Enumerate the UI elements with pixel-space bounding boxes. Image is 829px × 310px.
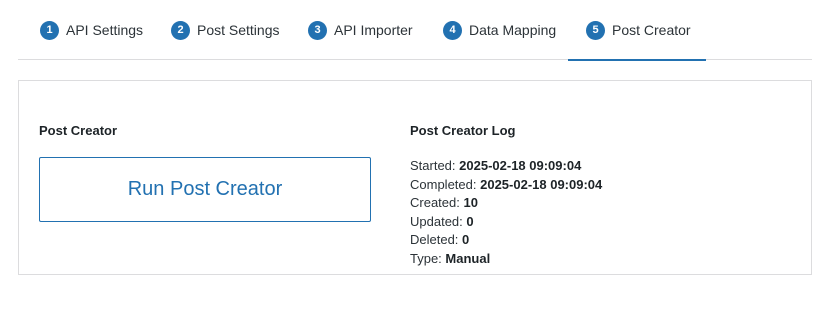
log-created: Created: 10: [410, 194, 602, 213]
tab-label: API Importer: [334, 22, 413, 38]
log-completed: Completed: 2025-02-18 09:09:04: [410, 176, 602, 195]
log-label: Completed:: [410, 176, 477, 192]
log-label: Type:: [410, 250, 442, 266]
log-value: 2025-02-18 09:09:04: [480, 176, 603, 192]
tab-post-settings[interactable]: 2 Post Settings: [171, 0, 280, 60]
tab-label: Post Creator: [612, 22, 691, 38]
log-value: 2025-02-18 09:09:04: [459, 158, 582, 173]
run-post-creator-button[interactable]: Run Post Creator: [39, 157, 371, 222]
log-deleted: Deleted: 0: [410, 231, 602, 250]
log-label: Updated:: [410, 213, 463, 229]
post-creator-heading: Post Creator: [39, 123, 118, 138]
tab-label: API Settings: [66, 22, 144, 38]
log-type: Type: Manual: [410, 250, 602, 269]
log-heading: Post Creator Log: [410, 123, 516, 138]
tab-label: Post Settings: [197, 22, 280, 38]
tab-number-badge: 1: [40, 20, 59, 40]
tab-api-importer[interactable]: 3 API Importer: [308, 0, 413, 60]
post-creator-log: Started: 2025-02-18 09:09:04 Completed: …: [410, 157, 602, 268]
tab-bar: 1 API Settings 2 Post Settings 3 API Imp…: [18, 0, 812, 61]
log-label: Started:: [410, 158, 456, 173]
tab-label: Data Mapping: [469, 22, 557, 38]
log-value: 0: [462, 232, 470, 247]
log-value: Manual: [445, 250, 491, 266]
tab-data-mapping[interactable]: 4 Data Mapping: [443, 0, 556, 60]
log-updated: Updated: 0: [410, 213, 602, 232]
log-value: 10: [463, 195, 478, 210]
tab-post-creator[interactable]: 5 Post Creator: [568, 0, 706, 61]
tab-number-badge: 5: [586, 20, 605, 40]
tab-number-badge: 4: [443, 20, 462, 40]
tab-number-badge: 3: [308, 20, 327, 40]
tab-number-badge: 2: [171, 20, 190, 40]
log-label: Created:: [410, 195, 460, 210]
log-label: Deleted:: [410, 232, 459, 247]
post-creator-panel: Post Creator Run Post Creator Post Creat…: [18, 80, 812, 275]
log-started: Started: 2025-02-18 09:09:04: [410, 157, 602, 176]
tab-api-settings[interactable]: 1 API Settings: [40, 0, 143, 60]
log-value: 0: [466, 213, 474, 229]
